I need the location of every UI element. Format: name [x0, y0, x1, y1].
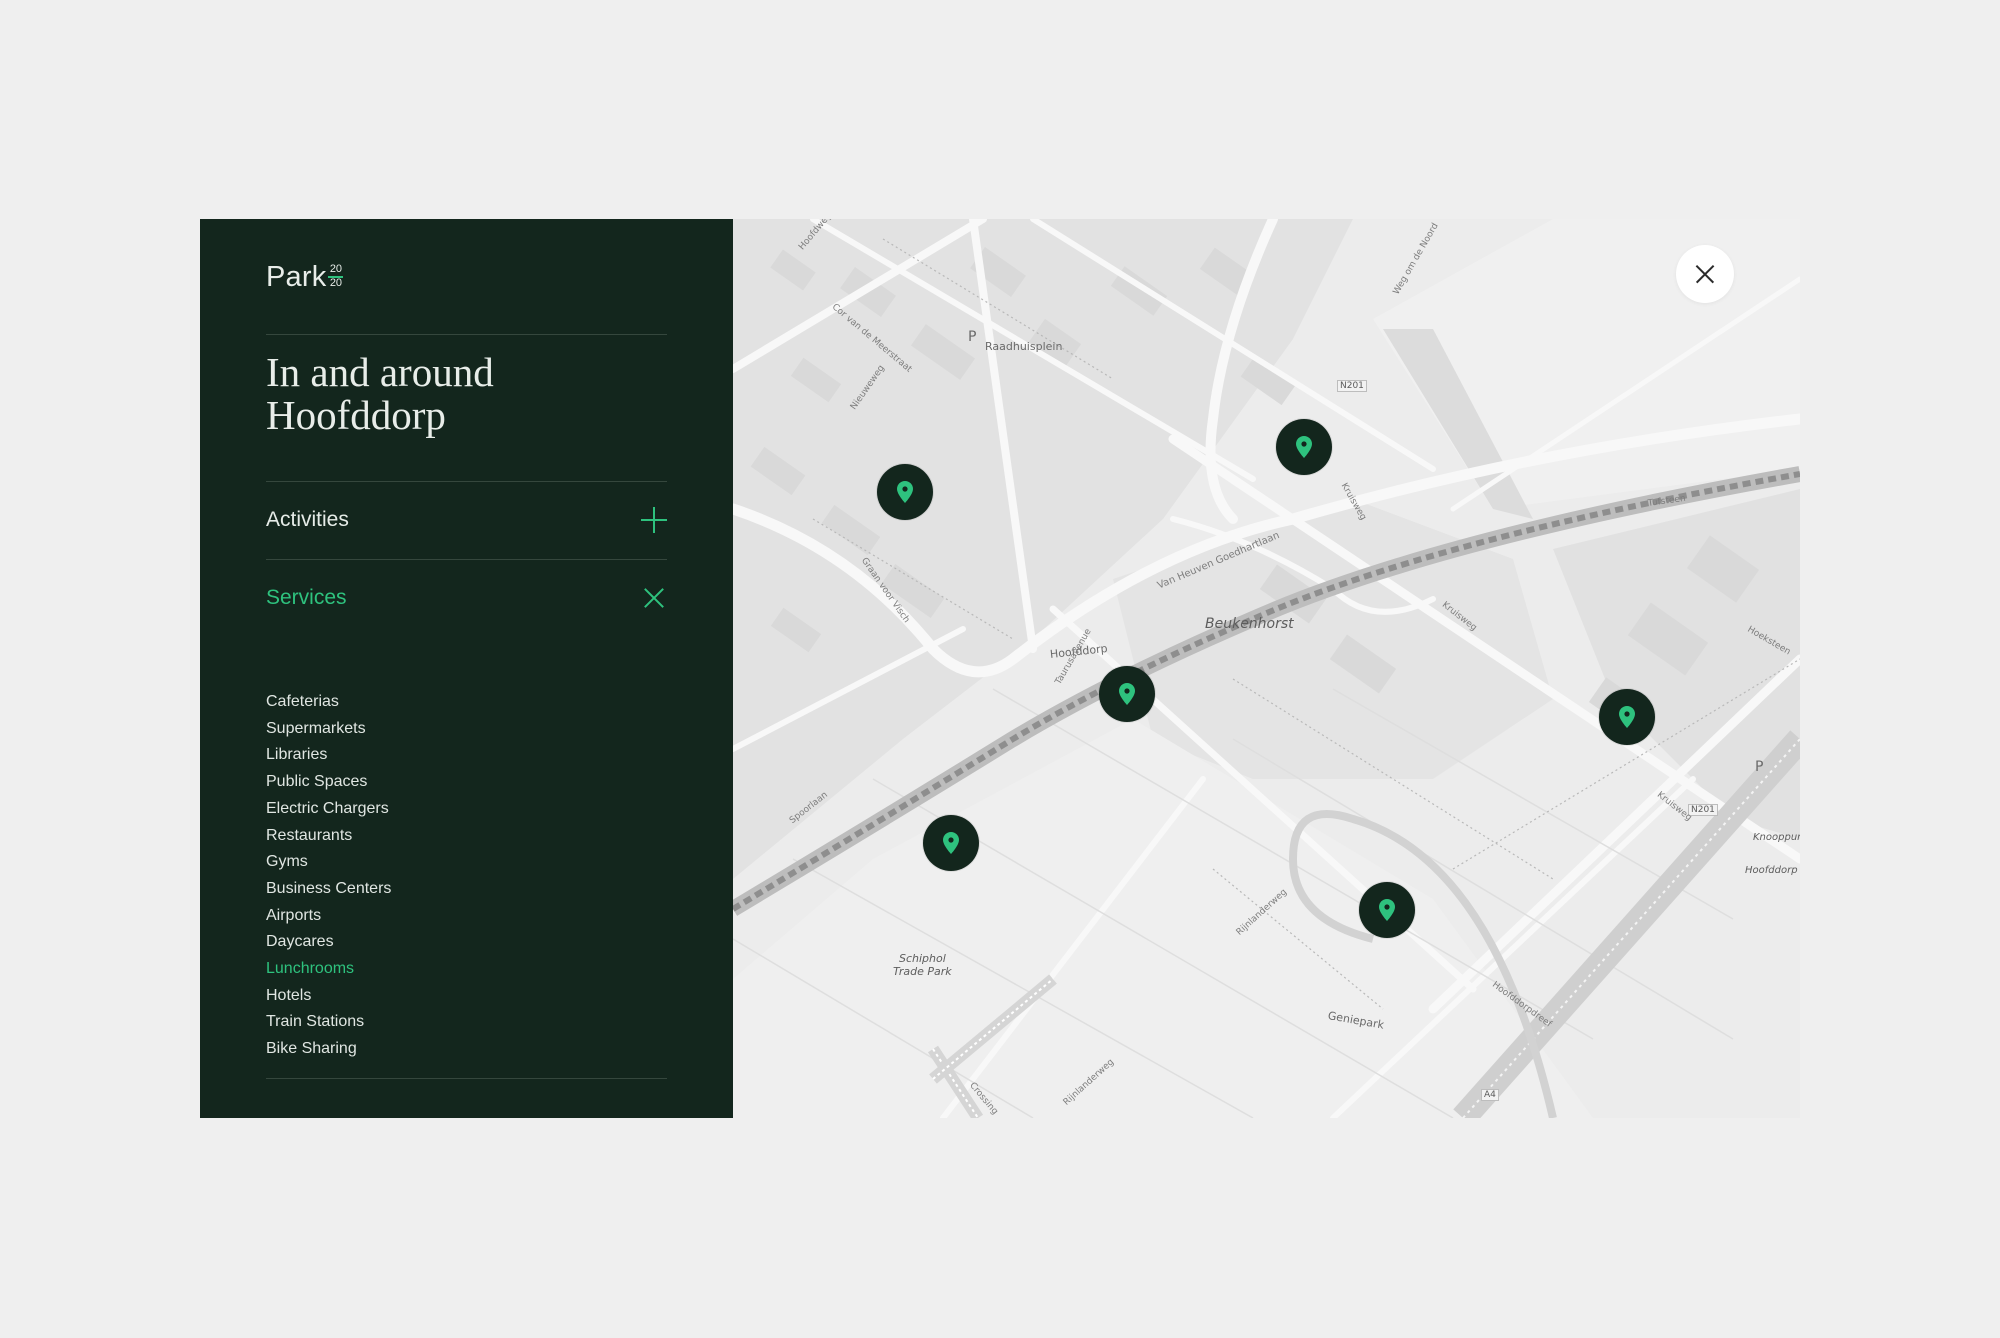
service-item-airports[interactable]: Airports — [266, 903, 391, 930]
map-pin-icon — [1379, 899, 1395, 921]
road-shield-a4: A4 — [1481, 1089, 1499, 1101]
accordion-activities-label: Activities — [266, 508, 349, 531]
map-pin-4[interactable] — [1599, 689, 1655, 745]
map-pin-3[interactable] — [1099, 666, 1155, 722]
service-item-cafeterias[interactable]: Cafeterias — [266, 689, 391, 716]
map-pin-icon — [943, 832, 959, 854]
field-south — [733, 719, 1593, 1118]
divider — [266, 334, 667, 335]
service-item-electric-chargers[interactable]: Electric Chargers — [266, 796, 391, 823]
map-label-hoofddorp-3: Hoofddorp — [1745, 865, 1798, 876]
map-label-beukenhorst: Beukenhorst — [1205, 616, 1294, 632]
map-view[interactable]: Beukenhorst Schiphol Trade Park Hoofddor… — [733, 219, 1800, 1118]
map-pin-icon — [1119, 683, 1135, 705]
logo-superscript-top: 20 — [329, 263, 343, 275]
services-list: Cafeterias Supermarkets Libraries Public… — [266, 689, 391, 1063]
service-item-public-spaces[interactable]: Public Spaces — [266, 769, 391, 796]
title-line-2: Hoofddorp — [266, 392, 446, 438]
service-item-daycares[interactable]: Daycares — [266, 929, 391, 956]
map-pin-icon — [1619, 706, 1635, 728]
map-label-raadhuisplein: Raadhuisplein — [985, 340, 1063, 353]
service-item-restaurants[interactable]: Restaurants — [266, 823, 391, 850]
close-icon[interactable] — [641, 585, 667, 611]
park2020-logo: Park 20 20 — [266, 261, 344, 293]
logo-superscript: 20 20 — [328, 263, 344, 289]
close-button[interactable] — [1676, 245, 1734, 303]
divider — [266, 1078, 667, 1079]
logo-wordmark: Park — [266, 261, 327, 293]
service-item-gyms[interactable]: Gyms — [266, 849, 391, 876]
service-item-libraries[interactable]: Libraries — [266, 742, 391, 769]
service-item-train-stations[interactable]: Train Stations — [266, 1009, 391, 1036]
map-label-parking: P — [968, 329, 977, 345]
map-pin-icon — [897, 481, 913, 503]
map-modal: Park 20 20 In and around Hoofddorp Activ… — [200, 219, 1800, 1118]
service-item-supermarkets[interactable]: Supermarkets — [266, 716, 391, 743]
map-pin-2[interactable] — [1276, 419, 1332, 475]
map-label-trade-park: Trade Park — [893, 965, 952, 978]
map-pin-1[interactable] — [877, 464, 933, 520]
service-item-bike-sharing[interactable]: Bike Sharing — [266, 1036, 391, 1063]
logo-superscript-bottom: 20 — [329, 277, 343, 289]
map-label-schiphol: Schiphol — [899, 952, 946, 965]
road-shield-n201: N201 — [1337, 380, 1367, 392]
sidebar-panel: Park 20 20 In and around Hoofddorp Activ… — [200, 219, 733, 1118]
page-title: In and around Hoofddorp — [266, 351, 666, 437]
plus-icon[interactable] — [641, 507, 667, 533]
map-label-parking-east: P — [1755, 759, 1764, 775]
map-pin-5[interactable] — [923, 815, 979, 871]
service-item-hotels[interactable]: Hotels — [266, 983, 391, 1010]
map-label-knooppunt: Knooppunt — [1753, 832, 1800, 843]
title-line-1: In and around — [266, 349, 494, 395]
accordion-activities[interactable]: Activities — [266, 481, 667, 559]
service-item-lunchrooms[interactable]: Lunchrooms — [266, 956, 391, 983]
map-pin-icon — [1296, 436, 1312, 458]
accordion-services[interactable]: Services — [266, 559, 667, 637]
service-item-business-centers[interactable]: Business Centers — [266, 876, 391, 903]
map-pin-6[interactable] — [1359, 882, 1415, 938]
accordion-services-label: Services — [266, 586, 347, 609]
